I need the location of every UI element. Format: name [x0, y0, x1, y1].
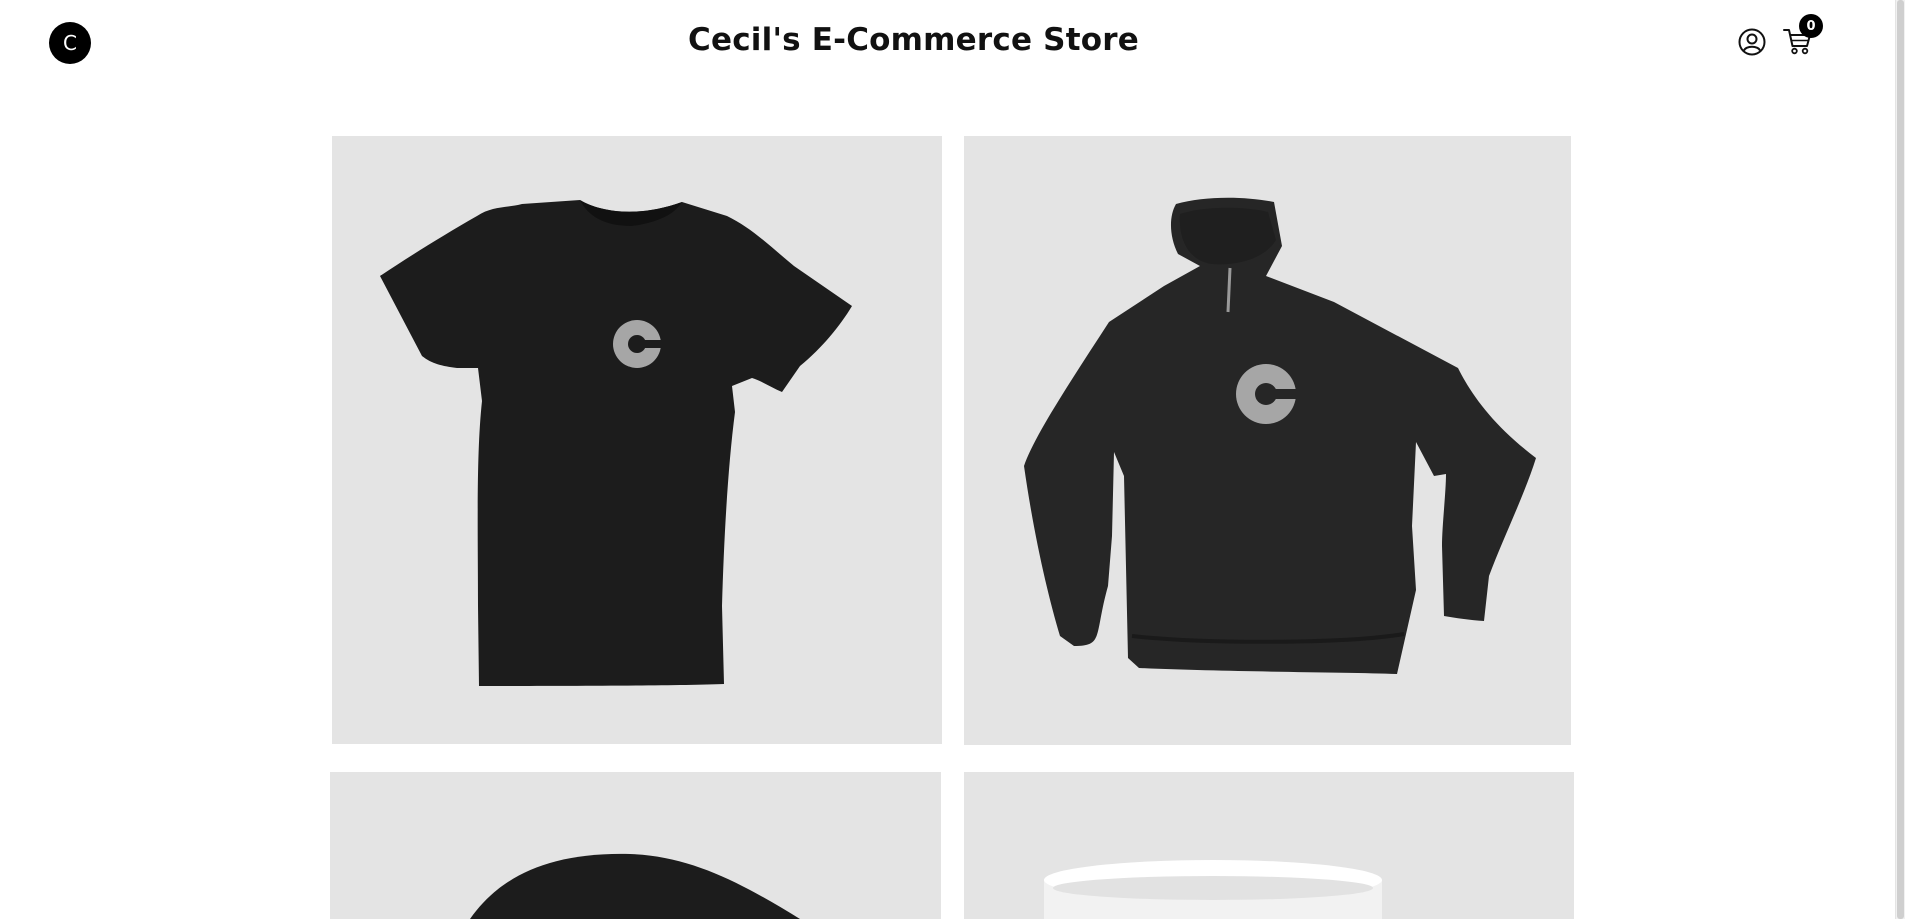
- vertical-scrollbar[interactable]: [1895, 0, 1905, 919]
- account-button[interactable]: [1737, 27, 1767, 57]
- product-card-mug[interactable]: white mug: [964, 772, 1574, 919]
- user-circle-icon: [1738, 28, 1766, 56]
- mug-image: [1044, 860, 1382, 919]
- scrollbar-thumb[interactable]: [1897, 0, 1904, 919]
- product-card-tshirt[interactable]: black t-shirt with grey C logo: [332, 136, 942, 744]
- product-card-cap[interactable]: black cap: [330, 772, 941, 919]
- cart-count-badge: 0: [1799, 14, 1823, 38]
- product-card-hoodie[interactable]: black hoodie with grey C logo: [964, 136, 1571, 745]
- site-header: C Cecil's E-Commerce Store 0: [0, 0, 1895, 90]
- page: C Cecil's E-Commerce Store 0 black t-shi…: [0, 0, 1905, 919]
- tshirt-image: [380, 200, 852, 686]
- store-title: Cecil's E-Commerce Store: [688, 22, 1139, 58]
- hoodie-image: [1024, 197, 1536, 674]
- cap-image: [470, 853, 800, 919]
